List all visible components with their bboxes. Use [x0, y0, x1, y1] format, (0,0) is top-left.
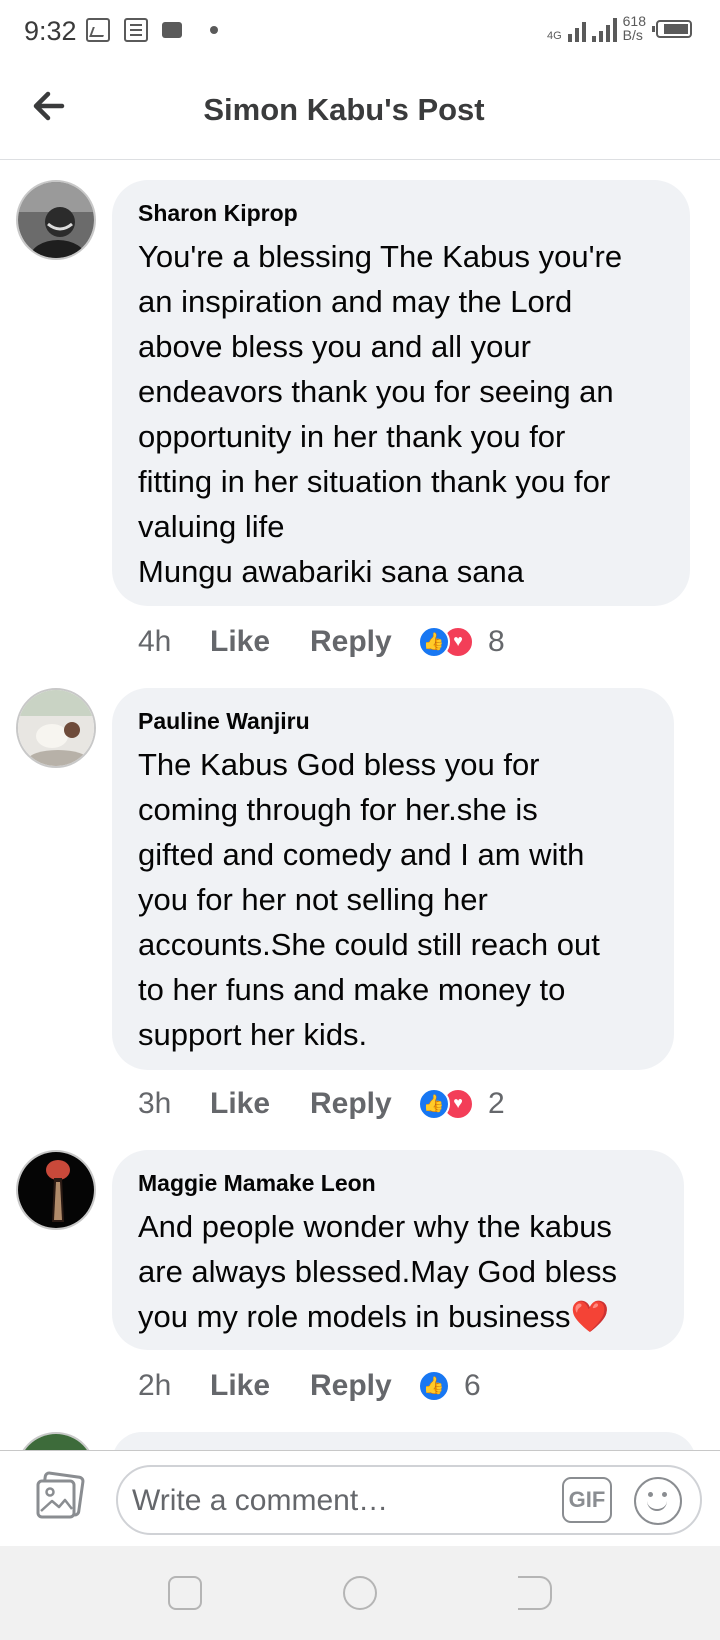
photo-icon — [36, 1471, 85, 1519]
page-title: Simon Kabu's Post — [203, 92, 485, 127]
avatar-photo-icon — [18, 1152, 94, 1228]
comment-bubble[interactable] — [112, 1432, 696, 1450]
comment-actions: 3h Like Reply 👍 ♥ 2 — [138, 1082, 505, 1126]
comment-author[interactable]: Pauline Wanjiru — [138, 706, 648, 736]
comment-text: You're a blessing The Kabus you're an in… — [138, 239, 623, 589]
comment-bubble[interactable]: Pauline Wanjiru The Kabus God bless you … — [112, 688, 674, 1070]
news-notification-icon — [124, 18, 148, 42]
avatar-photo-icon — [18, 182, 94, 258]
avatar-photo-icon — [18, 690, 94, 766]
signal-bars-2-icon — [591, 16, 617, 42]
network-speed-unit: B/s — [622, 27, 643, 43]
recent-apps-icon[interactable] — [168, 1576, 202, 1610]
reply-button[interactable]: Reply — [310, 1087, 418, 1121]
comment-author[interactable]: Maggie Mamake Leon — [138, 1168, 658, 1198]
home-icon[interactable] — [343, 1576, 377, 1610]
reaction-count[interactable]: 6 — [464, 1369, 481, 1403]
comment-list[interactable]: Sharon Kiprop You're a blessing The Kabu… — [0, 160, 720, 1450]
reaction-count[interactable]: 8 — [488, 625, 505, 659]
avatar[interactable] — [16, 1150, 96, 1230]
avatar-photo-icon — [18, 1434, 94, 1450]
network-type: 4G — [546, 30, 562, 42]
system-back-icon[interactable] — [518, 1576, 552, 1610]
comment-input-placeholder: Write a comment… — [132, 1484, 389, 1517]
avatar[interactable] — [16, 688, 96, 768]
reactions-summary[interactable]: 👍 ♥ — [418, 1088, 474, 1120]
message-notification-icon — [162, 22, 182, 38]
like-reaction-icon: 👍 — [418, 626, 450, 658]
emoji-icon[interactable] — [634, 1477, 682, 1525]
comment-actions: 2h Like Reply 👍 6 — [138, 1364, 481, 1408]
like-button[interactable]: Like — [210, 1369, 310, 1403]
comment-composer: Write a comment… GIF — [0, 1450, 720, 1546]
like-button[interactable]: Like — [210, 625, 310, 659]
reply-button[interactable]: Reply — [310, 1369, 418, 1403]
network-speed: 618 B/s — [623, 14, 646, 42]
system-nav-bar — [0, 1546, 720, 1640]
status-time: 9:32 — [24, 16, 77, 46]
reply-button[interactable]: Reply — [310, 625, 418, 659]
more-notifications-dot-icon — [210, 26, 218, 34]
reactions-summary[interactable]: 👍 ♥ — [418, 626, 474, 658]
comment-text: The Kabus God bless you for coming throu… — [138, 747, 600, 1052]
comment-bubble[interactable]: Maggie Mamake Leon And people wonder why… — [112, 1150, 684, 1350]
reaction-count[interactable]: 2 — [488, 1087, 505, 1121]
comment-time[interactable]: 2h — [138, 1369, 210, 1403]
avatar[interactable] — [16, 180, 96, 260]
add-photo-button[interactable] — [34, 1471, 86, 1523]
comment-author[interactable]: Sharon Kiprop — [138, 198, 664, 228]
comment-actions: 4h Like Reply 👍 ♥ 8 — [138, 620, 505, 664]
signal-bars-1-icon — [567, 16, 586, 42]
system-icons: 4G 618 B/s — [547, 14, 692, 42]
gif-button[interactable]: GIF — [562, 1477, 612, 1523]
notification-icons — [86, 18, 218, 42]
reactions-summary[interactable]: 👍 — [418, 1370, 450, 1402]
comment-time[interactable]: 3h — [138, 1087, 210, 1121]
post-header: Simon Kabu's Post — [0, 64, 720, 160]
status-bar: 9:32 4G 618 B/s — [0, 0, 720, 64]
comment-input[interactable]: Write a comment… GIF — [116, 1465, 702, 1535]
avatar[interactable] — [16, 1432, 96, 1450]
like-reaction-icon: 👍 — [418, 1370, 450, 1402]
comment-time[interactable]: 4h — [138, 625, 210, 659]
like-reaction-icon: 👍 — [418, 1088, 450, 1120]
comment-bubble[interactable]: Sharon Kiprop You're a blessing The Kabu… — [112, 180, 690, 606]
comment-text: And people wonder why the kabus are alwa… — [138, 1209, 618, 1334]
battery-icon — [652, 20, 692, 38]
like-button[interactable]: Like — [210, 1087, 310, 1121]
gallery-notification-icon — [86, 18, 110, 42]
